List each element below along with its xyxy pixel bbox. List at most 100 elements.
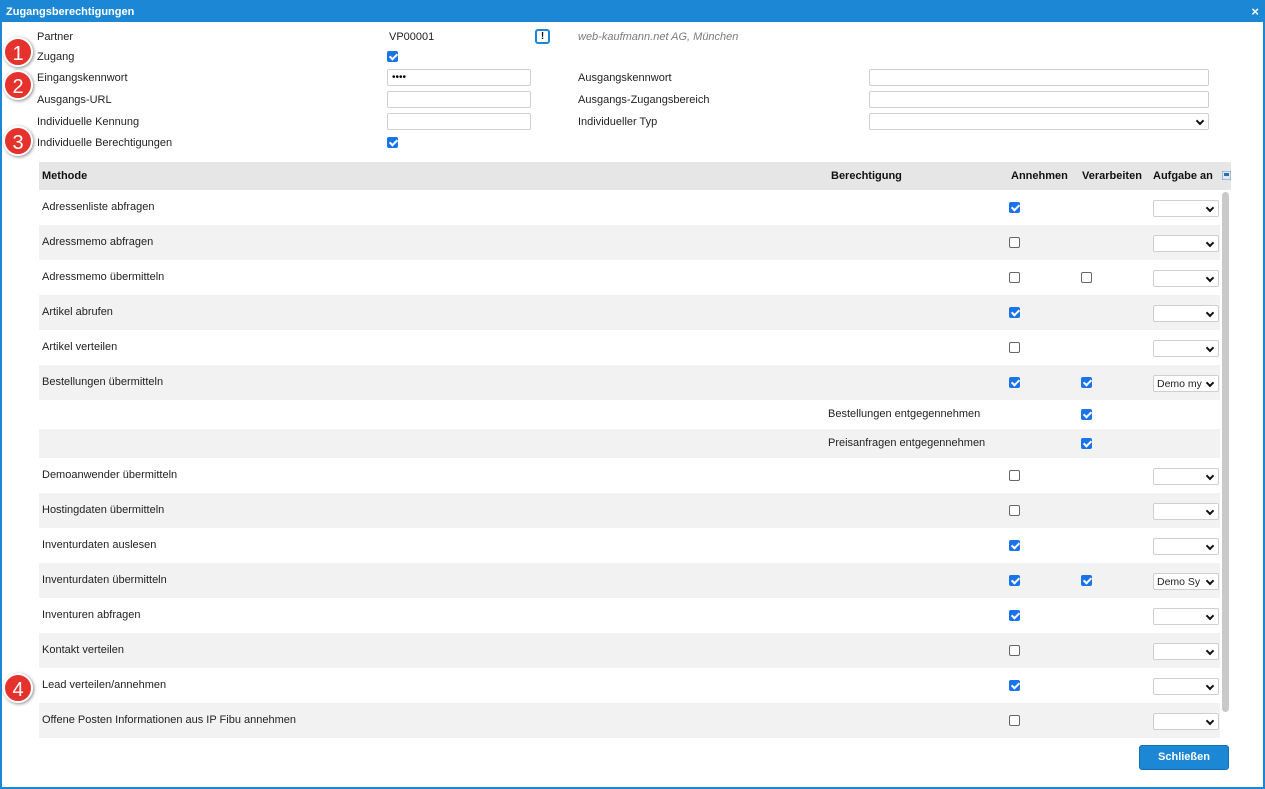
methode-cell: Offene Posten Informationen aus IP Fibu … <box>42 714 296 726</box>
chevron-down-icon <box>1205 238 1215 248</box>
aufgabe-an-select[interactable] <box>1153 200 1219 217</box>
table-subrow: Bestellungen entgegennehmen <box>39 400 1220 429</box>
eingangskennwort-label: Eingangskennwort <box>37 72 128 84</box>
ausgangskennwort-label: Ausgangskennwort <box>578 72 672 84</box>
aufgabe-an-value: Demo my <box>1157 378 1202 390</box>
aufgabe-an-select[interactable] <box>1153 713 1219 730</box>
chevron-down-icon <box>1205 308 1215 318</box>
table-scrollbar[interactable] <box>1220 190 1231 738</box>
table-row: Inventuren abfragen <box>39 598 1220 633</box>
individuelle-berechtigungen-checkbox[interactable] <box>387 137 398 148</box>
annehmen-checkbox[interactable] <box>1009 715 1020 726</box>
annehmen-checkbox[interactable] <box>1009 680 1020 691</box>
chevron-down-icon <box>1195 116 1205 126</box>
ausgangs-zugangsbereich-label: Ausgangs-Zugangsbereich <box>578 94 710 106</box>
table-body: Adressenliste abfragen Adressmemo abfrage… <box>39 190 1220 738</box>
verarbeiten-checkbox[interactable] <box>1081 575 1092 586</box>
column-header-methode[interactable]: Methode <box>42 170 87 182</box>
partner-info-icon[interactable]: ! <box>535 29 550 44</box>
aufgabe-an-select[interactable] <box>1153 235 1219 252</box>
column-header-annehmen[interactable]: Annehmen <box>1011 170 1068 182</box>
chevron-down-icon <box>1205 716 1215 726</box>
ausgangskennwort-input[interactable] <box>869 69 1209 86</box>
annehmen-checkbox[interactable] <box>1009 575 1020 586</box>
partner-label: Partner <box>37 31 74 43</box>
chevron-down-icon <box>1205 576 1215 586</box>
methode-cell: Inventuren abfragen <box>42 609 141 621</box>
table-row: Artikel verteilen <box>39 330 1220 365</box>
partner-value: VP00001 <box>389 31 435 43</box>
annehmen-checkbox[interactable] <box>1009 540 1020 551</box>
table-subrow: Preisanfragen entgegennehmen <box>39 429 1220 458</box>
zugang-checkbox[interactable] <box>387 51 398 62</box>
table-row: Artikel abrufen <box>39 295 1220 330</box>
zugang-label: Zugang <box>37 51 75 63</box>
aufgabe-an-select[interactable] <box>1153 270 1219 287</box>
close-icon[interactable]: × <box>1251 2 1259 22</box>
aufgabe-an-select[interactable]: Demo Sy <box>1153 573 1219 590</box>
aufgabe-an-select[interactable] <box>1153 643 1219 660</box>
export-icon[interactable] <box>1222 171 1231 180</box>
methode-cell: Bestellungen übermitteln <box>42 376 164 388</box>
verarbeiten-checkbox[interactable] <box>1081 377 1092 388</box>
table-row: Adressmemo abfragen <box>39 225 1220 260</box>
annehmen-checkbox[interactable] <box>1009 272 1020 283</box>
table-row: Adressmemo übermitteln <box>39 260 1220 295</box>
dialog-title: Zugangsberechtigungen <box>6 6 135 18</box>
annotation-marker-2: 2 <box>3 70 33 100</box>
aufgabe-an-value: Demo Sy <box>1157 576 1201 588</box>
dialog-titlebar: Zugangsberechtigungen × <box>2 2 1263 22</box>
table-header: Methode Berechtigung Annehmen Verarbeite… <box>39 162 1231 190</box>
scrollbar-thumb[interactable] <box>1222 192 1229 712</box>
aufgabe-an-select[interactable] <box>1153 503 1219 520</box>
verarbeiten-checkbox[interactable] <box>1081 438 1092 449</box>
close-button[interactable]: Schließen <box>1139 745 1229 770</box>
individueller-typ-select[interactable] <box>869 113 1209 130</box>
annehmen-checkbox[interactable] <box>1009 470 1020 481</box>
annehmen-checkbox[interactable] <box>1009 610 1020 621</box>
table-row: Lead verteilen/annehmen <box>39 668 1220 703</box>
column-header-aufgabe-an[interactable]: Aufgabe an <box>1153 170 1213 182</box>
annehmen-checkbox[interactable] <box>1009 307 1020 318</box>
aufgabe-an-select[interactable] <box>1153 340 1219 357</box>
methode-cell: Artikel abrufen <box>42 306 113 318</box>
methode-cell: Lead verteilen/annehmen <box>42 679 167 691</box>
annehmen-checkbox[interactable] <box>1009 202 1020 213</box>
methode-cell: Hostingdaten übermitteln <box>42 504 165 516</box>
methode-cell: Inventurdaten auslesen <box>42 539 157 551</box>
chevron-down-icon <box>1205 343 1215 353</box>
aufgabe-an-select[interactable] <box>1153 538 1219 555</box>
methode-cell: Demoanwender übermitteln <box>42 469 178 481</box>
table-row: Kontakt verteilen <box>39 633 1220 668</box>
annehmen-checkbox[interactable] <box>1009 377 1020 388</box>
ausgangs-zugangsbereich-input[interactable] <box>869 91 1209 108</box>
annehmen-checkbox[interactable] <box>1009 505 1020 516</box>
annehmen-checkbox[interactable] <box>1009 645 1020 656</box>
annehmen-checkbox[interactable] <box>1009 237 1020 248</box>
verarbeiten-checkbox[interactable] <box>1081 409 1092 420</box>
chevron-down-icon <box>1205 681 1215 691</box>
individuelle-kennung-input[interactable] <box>387 113 531 130</box>
aufgabe-an-select[interactable] <box>1153 305 1219 322</box>
chevron-down-icon <box>1205 611 1215 621</box>
chevron-down-icon <box>1205 646 1215 656</box>
column-header-berechtigung[interactable]: Berechtigung <box>831 170 902 182</box>
individuelle-kennung-label: Individuelle Kennung <box>37 116 140 128</box>
verarbeiten-checkbox[interactable] <box>1081 272 1092 283</box>
access-permissions-dialog: Zugangsberechtigungen × Partner VP00001 … <box>0 0 1265 789</box>
chevron-down-icon <box>1205 273 1215 283</box>
aufgabe-an-select[interactable]: Demo my <box>1153 375 1219 392</box>
individueller-typ-label: Individueller Typ <box>578 116 658 128</box>
aufgabe-an-select[interactable] <box>1153 678 1219 695</box>
aufgabe-an-select[interactable] <box>1153 608 1219 625</box>
table-row: Offene Posten Informationen aus IP Fibu … <box>39 703 1220 738</box>
partner-company: web-kaufmann.net AG, München <box>578 31 739 43</box>
methode-cell: Inventurdaten übermitteln <box>42 574 167 586</box>
column-header-verarbeiten[interactable]: Verarbeiten <box>1082 170 1142 182</box>
annehmen-checkbox[interactable] <box>1009 342 1020 353</box>
ausgangs-url-input[interactable] <box>387 91 531 108</box>
aufgabe-an-select[interactable] <box>1153 468 1219 485</box>
eingangskennwort-input[interactable] <box>387 69 531 86</box>
annotation-marker-3: 3 <box>3 126 33 156</box>
ausgangs-url-label: Ausgangs-URL <box>37 94 112 106</box>
